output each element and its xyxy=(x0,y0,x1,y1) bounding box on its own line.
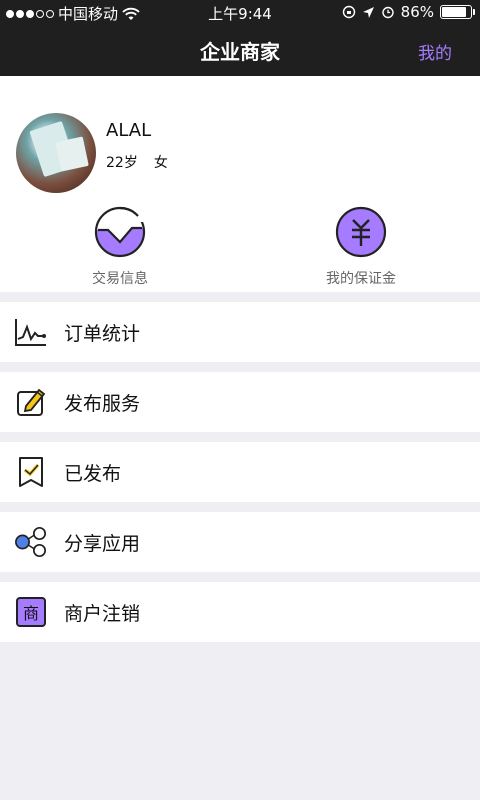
rotation-lock-icon xyxy=(342,5,355,19)
my-profile-link[interactable]: 我的 xyxy=(418,39,452,64)
merchant-icon: 商 xyxy=(14,595,48,629)
menu-order-stats[interactable]: 订单统计 xyxy=(0,302,480,362)
deposit-label: 我的保证金 xyxy=(326,271,396,287)
alarm-icon xyxy=(381,6,394,19)
status-right: 86% xyxy=(342,3,475,21)
menu-merchant-cancel[interactable]: 商 商户注销 xyxy=(0,582,480,642)
yuan-circle-icon xyxy=(335,206,387,258)
transaction-info-label: 交易信息 xyxy=(92,271,148,287)
merchant-icon-badge: 商 xyxy=(16,597,46,627)
battery-percent: 86% xyxy=(400,3,434,21)
deposit-button[interactable]: 我的保证金 xyxy=(281,206,441,287)
page-title: 企业商家 xyxy=(200,40,280,64)
nav-bar: 企业商家 我的 xyxy=(0,24,480,76)
location-arrow-icon xyxy=(362,6,374,18)
menu-label: 已发布 xyxy=(64,462,122,485)
menu-share-app[interactable]: 分享应用 xyxy=(0,512,480,572)
menu-published[interactable]: 已发布 xyxy=(0,442,480,502)
pencil-edit-icon xyxy=(14,385,48,419)
top-bar: 中国移动 上午9:44 86% 企业商家 我的 xyxy=(0,0,480,76)
menu-label: 分享应用 xyxy=(64,532,141,555)
battery-icon xyxy=(440,5,475,19)
user-age: 22岁 xyxy=(106,155,138,171)
checkmark-badge-icon xyxy=(14,455,48,489)
menu-label: 发布服务 xyxy=(64,392,141,415)
user-gender: 女 xyxy=(153,155,168,171)
transaction-info-button[interactable]: 交易信息 xyxy=(40,206,200,287)
chart-icon xyxy=(14,315,48,349)
status-bar: 中国移动 上午9:44 86% xyxy=(0,0,480,24)
wave-circle-icon xyxy=(94,206,150,258)
avatar[interactable] xyxy=(16,113,96,193)
menu-publish-service[interactable]: 发布服务 xyxy=(0,372,480,432)
user-name: ALAL xyxy=(106,120,152,141)
menu-label: 订单统计 xyxy=(64,322,141,345)
menu-label: 商户注销 xyxy=(64,602,141,625)
user-meta: 22岁 女 xyxy=(106,152,168,172)
profile-section: ALAL 22岁 女 交易信息 我的保证金 xyxy=(0,76,480,292)
share-bubbles-icon xyxy=(14,525,48,559)
